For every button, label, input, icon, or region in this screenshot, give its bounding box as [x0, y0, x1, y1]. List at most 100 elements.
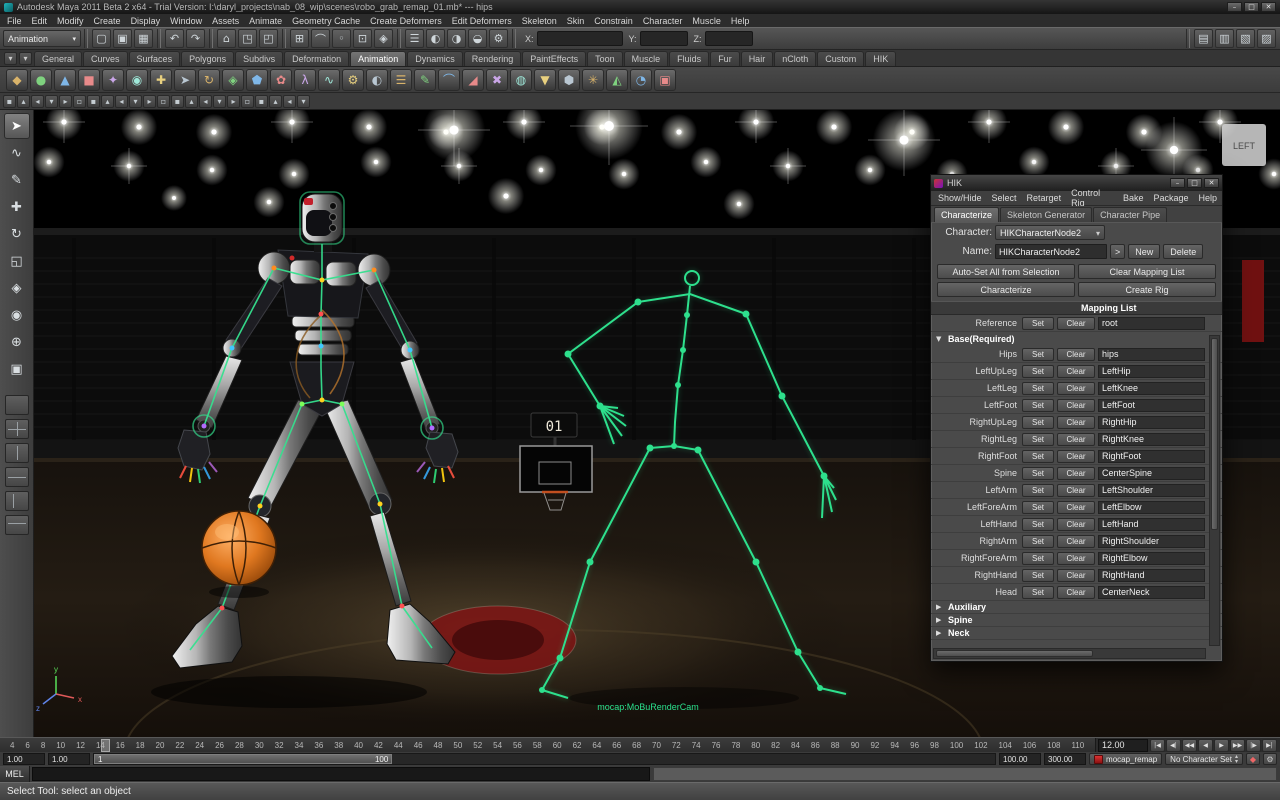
name-field[interactable]: HIKCharacterNode2 — [995, 244, 1107, 259]
play-backwards-button[interactable]: ◀ — [1198, 738, 1213, 752]
delete-button[interactable]: Delete — [1163, 244, 1204, 259]
set-button[interactable]: Set — [1022, 585, 1054, 599]
animation-preferences-button[interactable]: ⚙ — [1263, 753, 1277, 765]
section-spine[interactable]: Spine — [931, 614, 1222, 627]
set-button[interactable]: Set — [1022, 432, 1054, 446]
shelf-icon[interactable]: ◢ — [462, 68, 484, 91]
auto-keyframe-toggle[interactable]: ◆ — [1246, 753, 1260, 765]
make-object-live-icon[interactable]: ◈ — [374, 29, 393, 48]
menu-file[interactable]: File — [2, 16, 27, 26]
mapping-value-field[interactable]: RightHip — [1098, 415, 1205, 429]
panel-toolbar-icon[interactable]: ▫ — [157, 94, 170, 108]
hik-tab-skeleton-generator[interactable]: Skeleton Generator — [1000, 207, 1093, 222]
shelf-icon[interactable]: ∿ — [318, 68, 340, 91]
set-button[interactable]: Set — [1022, 500, 1054, 514]
redo-icon[interactable]: ↷ — [186, 29, 205, 48]
create-rig-button[interactable]: Create Rig — [1078, 282, 1216, 297]
show-layer-editor-icon[interactable]: ▥ — [1215, 29, 1234, 48]
layout-shortcut-four-pane[interactable] — [4, 419, 29, 439]
panel-toolbar-icon[interactable]: ▸ — [227, 94, 240, 108]
mapping-value-field[interactable]: RightFoot — [1098, 449, 1205, 463]
animation-end-field[interactable]: 300.00 — [1044, 753, 1087, 765]
shelf-tab-fur[interactable]: Fur — [710, 51, 740, 66]
mapping-value-field[interactable]: LeftFoot — [1098, 398, 1205, 412]
time-slider-track[interactable]: 4 6 8 10 12 14 16 18 20 22 24 26 28 30 32 34 36 38 40 42 44 4… — [0, 737, 1096, 753]
section-neck[interactable]: Neck — [931, 627, 1222, 640]
shelf-tab-polygons[interactable]: Polygons — [181, 51, 235, 66]
shelf-icon[interactable]: ▣ — [654, 68, 676, 91]
clear-button[interactable]: Clear — [1057, 551, 1095, 565]
clear-button[interactable]: Clear — [1057, 500, 1095, 514]
shelf-icon[interactable]: ◔ — [630, 68, 652, 91]
shelf-tab-curves[interactable]: Curves — [83, 51, 128, 66]
coord-field-y[interactable] — [639, 31, 688, 46]
shelf-tab-subdivs[interactable]: Subdivs — [235, 51, 284, 66]
render-settings-icon[interactable]: ⚙ — [489, 29, 508, 48]
panel-toolbar-icon[interactable]: ▪ — [3, 94, 16, 108]
mapping-value-field[interactable]: RightKnee — [1098, 432, 1205, 446]
window-close-button[interactable]: ✕ — [1261, 2, 1276, 12]
name-option-button[interactable]: > — [1110, 244, 1126, 259]
hik-menu-package[interactable]: Package — [1148, 193, 1193, 203]
last-tool-used-icon[interactable]: ▣ — [4, 356, 30, 382]
shelf-icon[interactable]: ● — [30, 68, 52, 91]
reference-value-field[interactable]: root — [1098, 316, 1205, 330]
shelf-icon[interactable]: ⬢ — [558, 68, 580, 91]
current-time-field[interactable]: 12.00 — [1098, 738, 1148, 752]
shelf-tab-toon[interactable]: Toon — [587, 51, 623, 66]
shelf-tabs-menu-button[interactable]: ▾ — [4, 52, 17, 65]
ipr-render-icon[interactable]: ◒ — [468, 29, 487, 48]
panel-toolbar-icon[interactable]: ▴ — [185, 94, 198, 108]
mapping-value-field[interactable]: CenterNeck — [1098, 585, 1205, 599]
menu-character[interactable]: Character — [638, 16, 688, 26]
shelf-icon[interactable]: ◐ — [366, 68, 388, 91]
undo-icon[interactable]: ↶ — [165, 29, 184, 48]
mapping-value-field[interactable]: hips — [1098, 347, 1205, 361]
shelf-tab-surfaces[interactable]: Surfaces — [128, 51, 181, 66]
panel-toolbar-icon[interactable]: ▾ — [297, 94, 310, 108]
shelf-icon[interactable]: ◍ — [510, 68, 532, 91]
render-view-icon[interactable]: ◐ — [426, 29, 445, 48]
character-dropdown[interactable]: HIKCharacterNode2 — [995, 225, 1105, 240]
clear-button[interactable]: Clear — [1057, 534, 1095, 548]
character-set-button[interactable]: mocap_remap — [1089, 753, 1163, 765]
step-back-one-frame-button[interactable]: ◀| — [1166, 738, 1181, 752]
playback-range-handle[interactable]: 1 100 — [94, 754, 393, 764]
shelf-tab-hik[interactable]: HIK — [865, 51, 897, 66]
characterize-button[interactable]: Characterize — [937, 282, 1075, 297]
set-button[interactable]: Set — [1022, 398, 1054, 412]
step-forward-one-key-button[interactable]: ▶▶ — [1230, 738, 1245, 752]
shelf-icon[interactable]: ◭ — [606, 68, 628, 91]
set-button[interactable]: Set — [1022, 466, 1054, 480]
hik-vertical-scrollbar[interactable] — [1209, 335, 1220, 646]
select-by-hierarchy-icon[interactable]: ⌂ — [217, 29, 236, 48]
shelf-icon[interactable]: ✖ — [486, 68, 508, 91]
shelf-tab-deformation[interactable]: Deformation — [284, 51, 350, 66]
clear-button[interactable]: Clear — [1057, 432, 1095, 446]
save-scene-icon[interactable]: ▦ — [134, 29, 153, 48]
mapping-value-field[interactable]: RightHand — [1098, 568, 1205, 582]
scale-tool-icon[interactable]: ◱ — [4, 248, 30, 274]
set-button[interactable]: Set — [1022, 534, 1054, 548]
menu-edit-deformers[interactable]: Edit Deformers — [447, 16, 517, 26]
mel-toggle-button[interactable]: MEL — [0, 766, 30, 782]
soft-modification-tool-icon[interactable]: ◉ — [4, 302, 30, 328]
shelf-icon[interactable]: ◉ — [126, 68, 148, 91]
shelf-icon[interactable]: ✚ — [150, 68, 172, 91]
move-tool-icon[interactable]: ✚ — [4, 194, 30, 220]
hik-menu-select[interactable]: Select — [987, 193, 1022, 203]
set-button[interactable]: Set — [1022, 483, 1054, 497]
mel-input-field[interactable] — [32, 767, 650, 781]
shelf-tab-custom[interactable]: Custom — [817, 51, 865, 66]
mapping-value-field[interactable]: LeftShoulder — [1098, 483, 1205, 497]
hik-close-button[interactable]: ✕ — [1204, 178, 1219, 188]
menu-set-dropdown[interactable]: Animation ▾ — [3, 30, 81, 47]
shelf-icon[interactable]: ◆ — [6, 68, 28, 91]
shelf-icon[interactable]: ⬟ — [246, 68, 268, 91]
clear-button[interactable]: Clear — [1057, 483, 1095, 497]
menu-create[interactable]: Create — [89, 16, 126, 26]
clear-button[interactable]: Clear — [1057, 381, 1095, 395]
menu-help[interactable]: Help — [726, 16, 755, 26]
select-by-object-icon[interactable]: ◳ — [238, 29, 257, 48]
shelf-icon[interactable]: ⌒ — [438, 68, 460, 91]
